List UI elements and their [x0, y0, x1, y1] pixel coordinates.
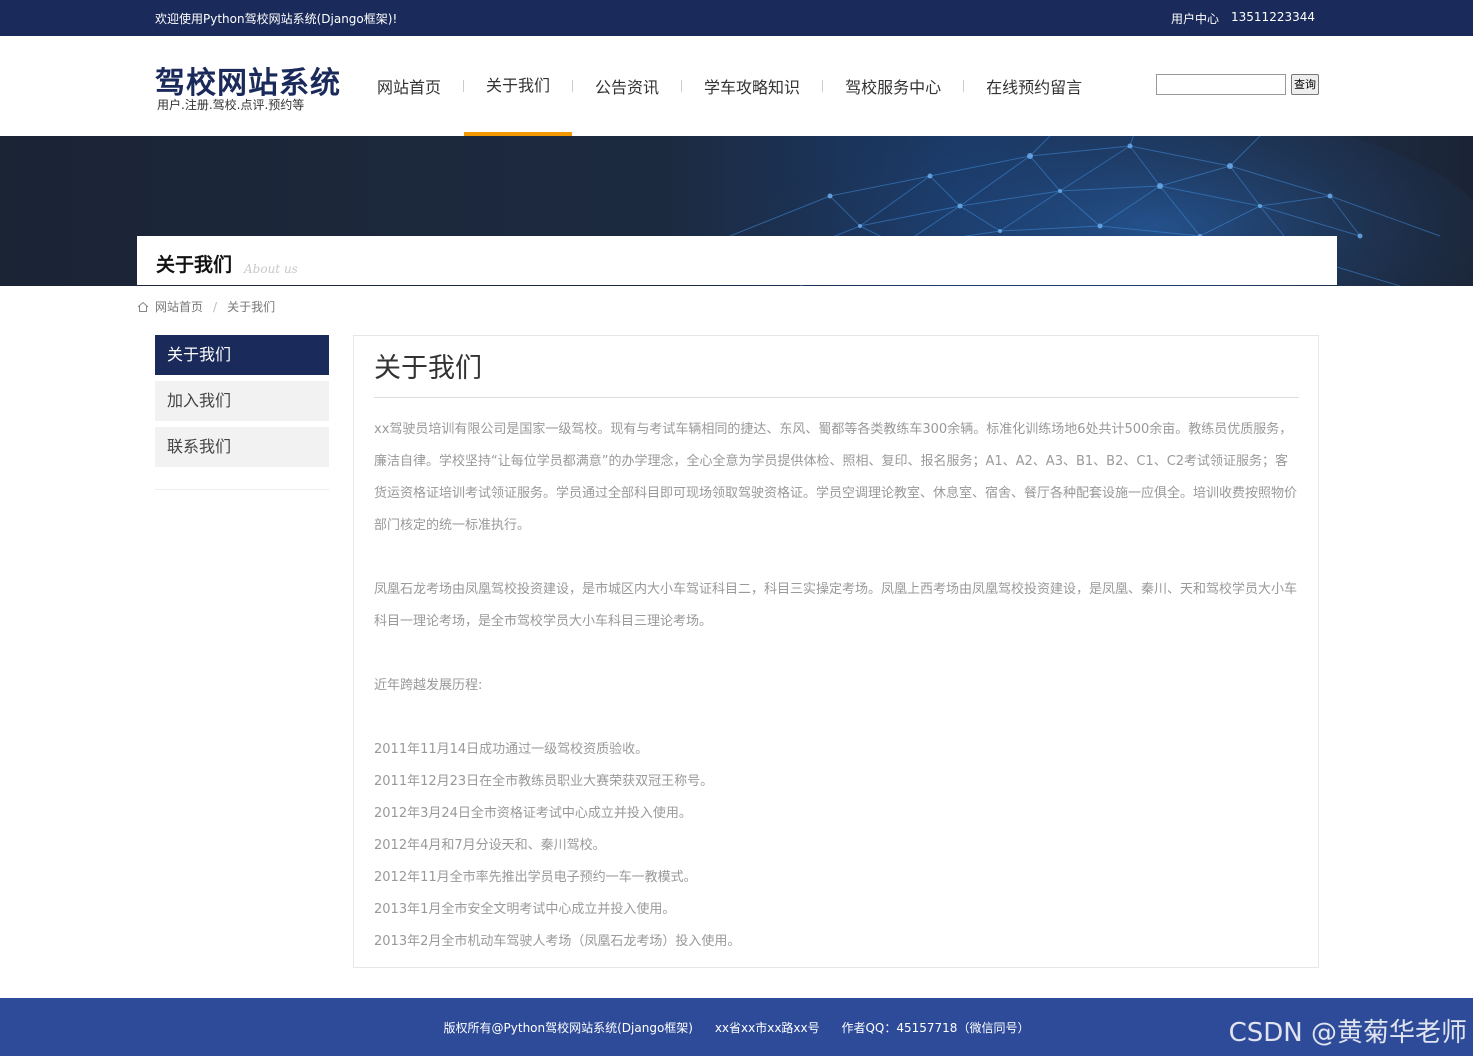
content-heading: 关于我们 — [374, 353, 482, 384]
page-title-english: About us — [244, 262, 298, 276]
breadcrumb: 网站首页 / 关于我们 — [137, 298, 275, 315]
exam-site-paragraph: 凤凰石龙考场由凤凰驾校投资建设，是市城区内大小车驾证科目二，科目三实操定考场。凤… — [374, 582, 1298, 629]
nav-item-news[interactable]: 公告资讯 — [573, 36, 681, 136]
sidebar-item-contact[interactable]: 联系我们 — [155, 427, 329, 467]
phone-number: 13511223344 — [1231, 10, 1315, 24]
nav-item-about[interactable]: 关于我们 — [464, 36, 573, 136]
breadcrumb-separator: / — [213, 299, 218, 314]
sidebar-divider — [155, 489, 329, 490]
heading-divider — [374, 397, 1299, 398]
page-title-strip: 关于我们 About us — [137, 236, 1337, 285]
intro-paragraph: xx驾驶员培训有限公司是国家一级驾校。现有与考试车辆相同的捷达、东风、蜀都等各类… — [374, 422, 1298, 533]
content-panel: 关于我们 xx驾驶员培训有限公司是国家一级驾校。现有与考试车辆相同的捷达、东风、… — [353, 335, 1319, 968]
sidebar-item-join[interactable]: 加入我们 — [155, 381, 329, 421]
breadcrumb-current: 关于我们 — [227, 300, 276, 314]
nav-item-guides[interactable]: 学车攻略知识 — [682, 36, 822, 136]
search-input[interactable] — [1156, 74, 1286, 95]
main-nav: 网站首页 关于我们 公告资讯 学车攻略知识 驾校服务中心 在线预约留言 — [355, 36, 1104, 136]
user-center-link[interactable]: 用户中心 — [1171, 10, 1219, 27]
search-button[interactable]: 查询 — [1291, 74, 1319, 95]
sidebar: 关于我们 加入我们 联系我们 — [155, 335, 329, 490]
history-item: 2013年2月全市机动车驾驶人考场（凤凰石龙考场）投入使用。 — [374, 934, 741, 949]
top-bar: 欢迎使用Python驾校网站系统(Django框架)! 用户中心 1351122… — [0, 0, 1473, 36]
nav-item-services[interactable]: 驾校服务中心 — [823, 36, 963, 136]
footer-author: 作者QQ：45157718（微信同号） — [841, 1021, 1030, 1035]
nav-item-home[interactable]: 网站首页 — [355, 36, 463, 136]
site-logo-subtitle: 用户.注册.驾校.点评.预约等 — [157, 98, 305, 112]
sidebar-item-about[interactable]: 关于我们 — [155, 335, 329, 375]
top-bar-right: 用户中心 13511223344 — [1171, 10, 1315, 27]
footer-copyright: 版权所有@Python驾校网站系统(Django框架) — [443, 1021, 693, 1035]
csdn-watermark: CSDN @黄菊华老师 — [1228, 1018, 1467, 1048]
home-icon — [137, 301, 149, 312]
welcome-text: 欢迎使用Python驾校网站系统(Django框架)! — [155, 12, 398, 26]
history-item: 2011年12月23日在全市教练员职业大赛荣获双冠王称号。 — [374, 774, 714, 789]
breadcrumb-home[interactable]: 网站首页 — [155, 298, 203, 315]
history-item: 2012年4月和7月分设天和、秦川驾校。 — [374, 838, 606, 853]
content-body: xx驾驶员培训有限公司是国家一级驾校。现有与考试车辆相同的捷达、东风、蜀都等各类… — [374, 414, 1300, 958]
history-item: 2012年11月全市率先推出学员电子预约一车一教模式。 — [374, 870, 697, 885]
history-item: 2013年1月全市安全文明考试中心成立并投入使用。 — [374, 902, 676, 917]
footer-address: xx省xx市xx路xx号 — [714, 1021, 820, 1035]
nav-item-booking[interactable]: 在线预约留言 — [964, 36, 1104, 136]
page-title: 关于我们 — [156, 254, 233, 276]
history-title: 近年跨越发展历程: — [374, 678, 483, 693]
history-item: 2011年11月14日成功通过一级驾校资质验收。 — [374, 742, 649, 757]
history-item: 2012年3月24日全市资格证考试中心成立并投入使用。 — [374, 806, 692, 821]
site-header: 驾校网站系统 用户.注册.驾校.点评.预约等 网站首页 关于我们 公告资讯 学车… — [0, 36, 1473, 136]
